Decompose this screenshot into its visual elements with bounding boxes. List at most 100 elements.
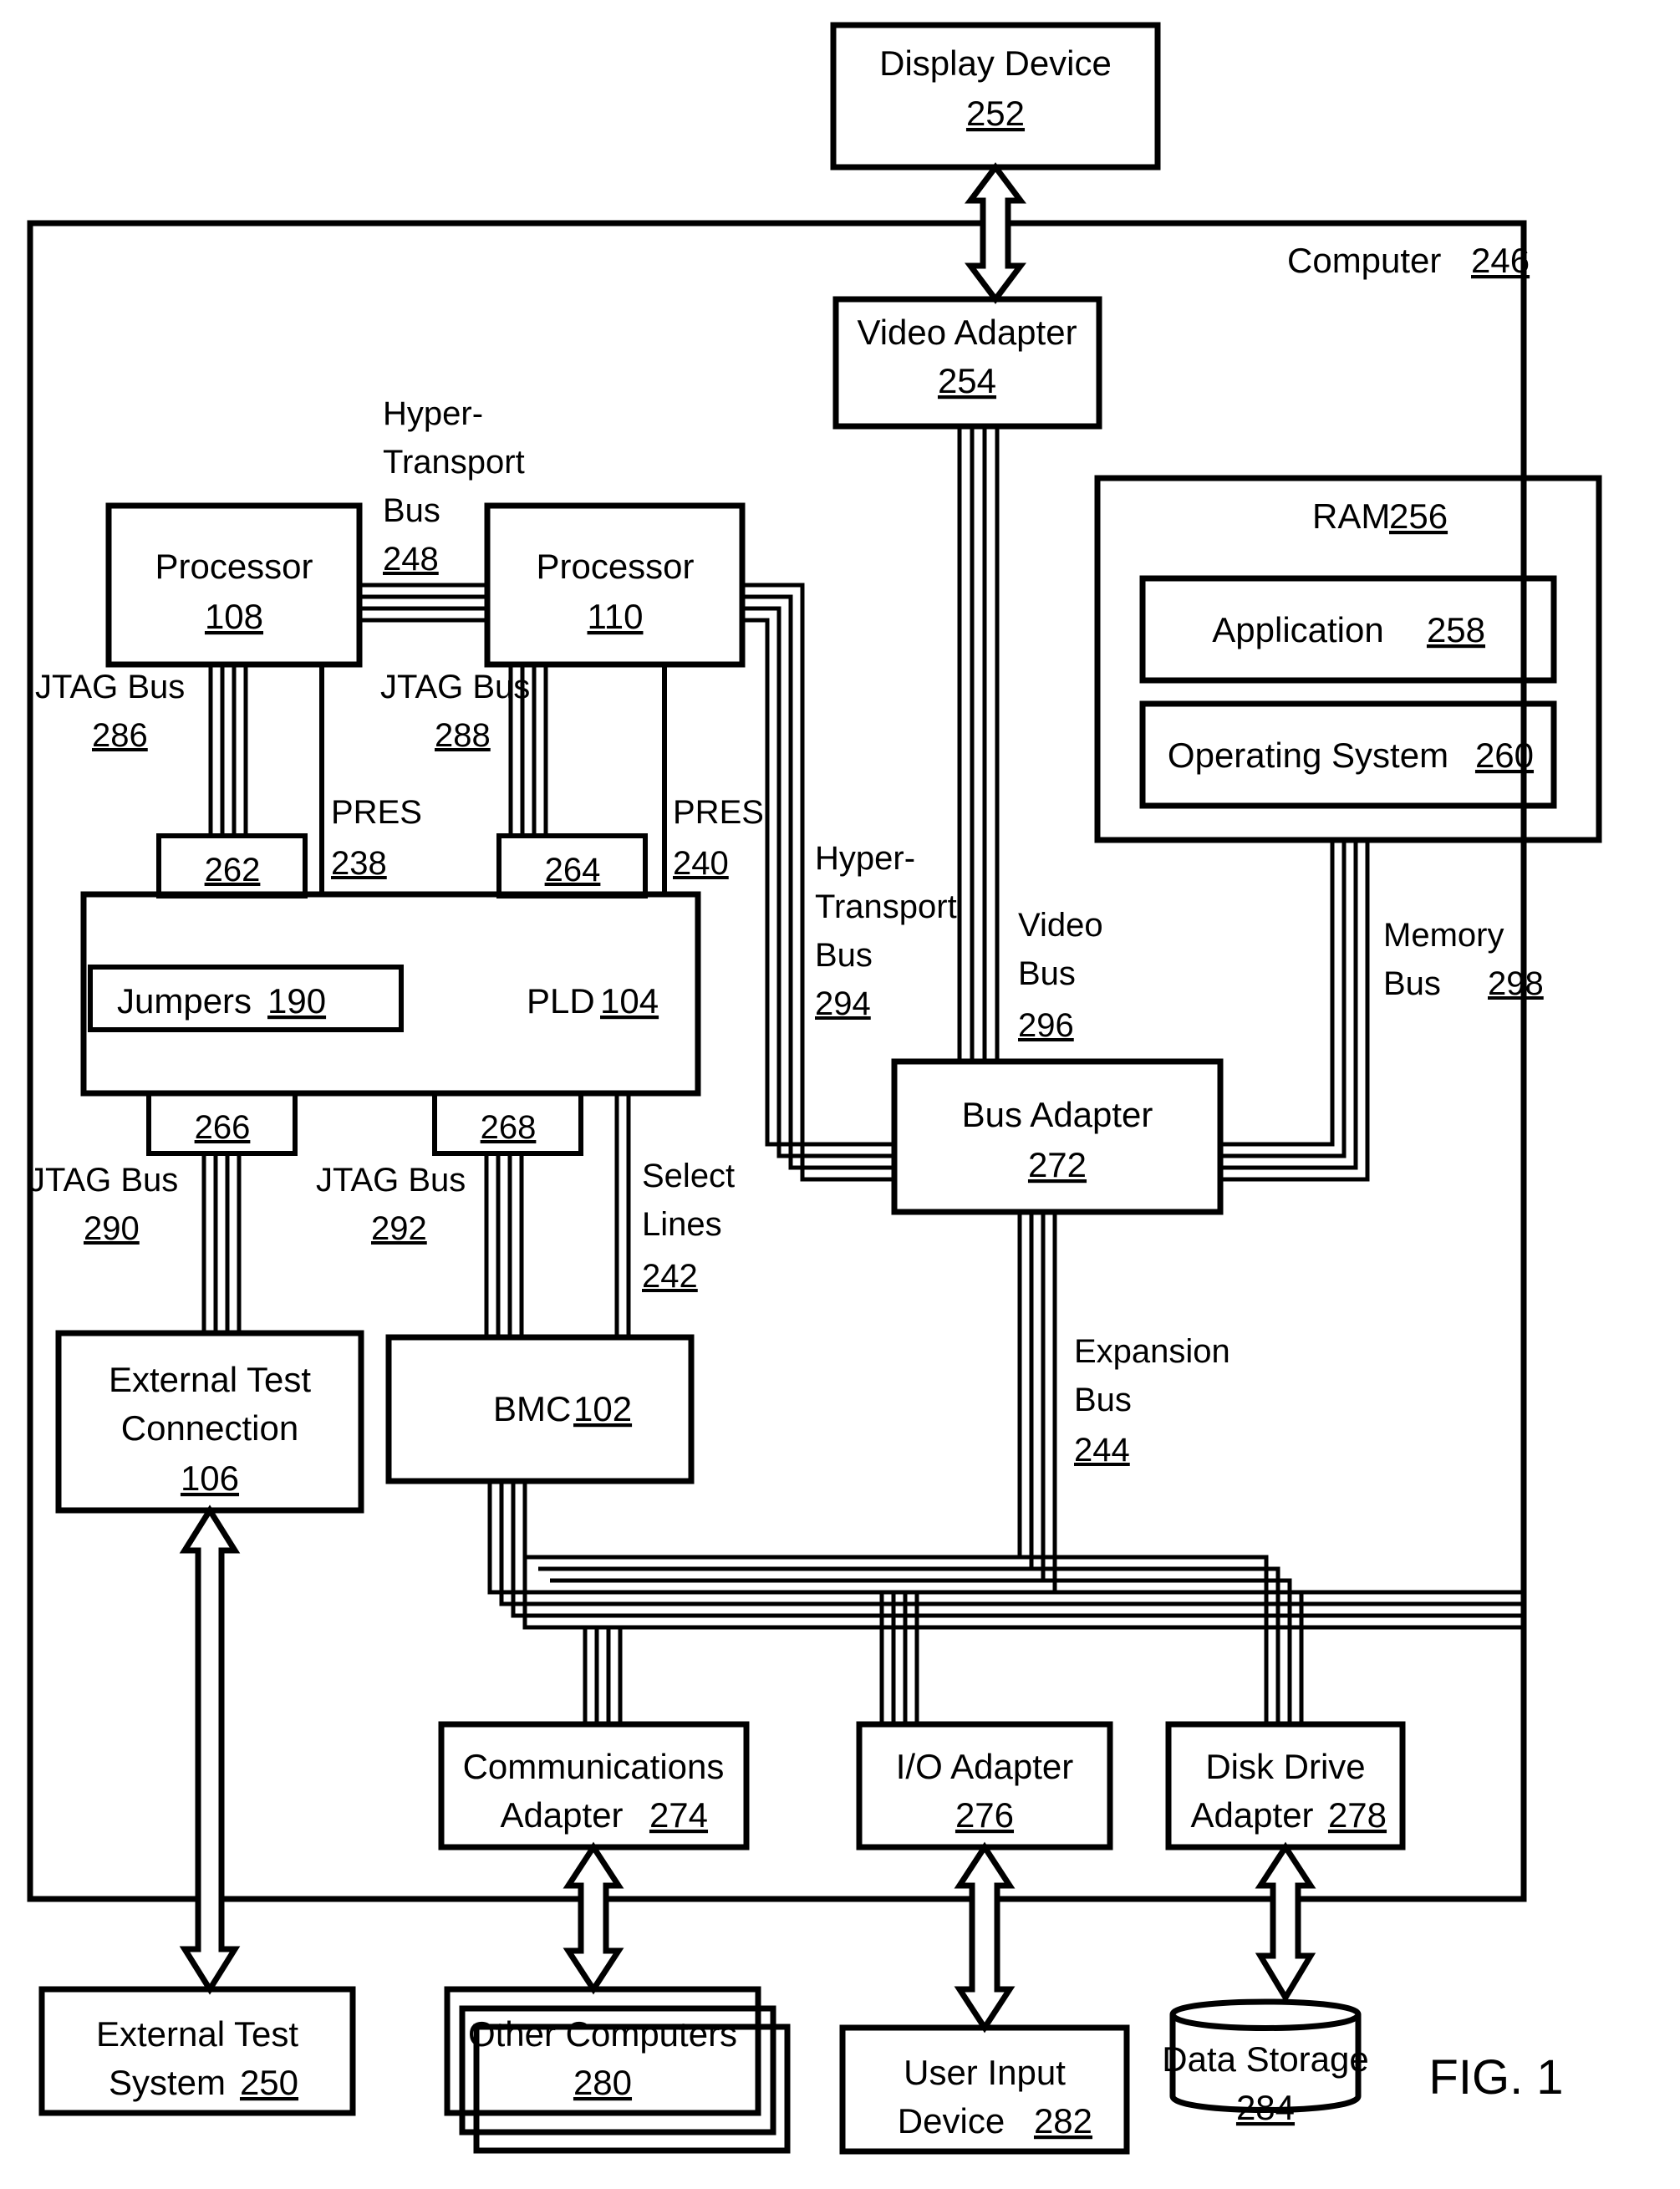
pres-240-label: PRES (673, 794, 764, 831)
comm-adapter-line2: Adapter (500, 1795, 623, 1835)
ext-test-system-line2: System (109, 2063, 226, 2102)
user-input-device-ref: 282 (1034, 2101, 1092, 2141)
pld-ref: 104 (600, 981, 659, 1021)
jtag-286-ref: 286 (92, 717, 148, 754)
display-device-ref: 252 (966, 94, 1025, 133)
bus-adapter-label: Bus Adapter (962, 1095, 1153, 1134)
pres-240-ref: 240 (673, 845, 729, 882)
disk-drive-arrow (1255, 1841, 1316, 2003)
memory-bus-298-line1: Memory (1383, 917, 1504, 954)
io-adapter-arrow (954, 1841, 1016, 2034)
data-storage-label: Data Storage (1162, 2039, 1369, 2079)
disk-drive-adapter-line2: Adapter (1190, 1795, 1313, 1835)
display-video-arrow (965, 162, 1026, 304)
connector-264-ref: 264 (545, 852, 601, 888)
comm-adapter-ref: 274 (649, 1795, 708, 1835)
jtag-286-lines (208, 664, 248, 836)
operating-system-label: Operating System (1168, 736, 1448, 775)
processor-108-ref: 108 (205, 597, 263, 636)
hypertransport-248-lines (359, 583, 487, 623)
connector-262-ref: 262 (205, 852, 261, 888)
expansion-bus-244-ref: 244 (1074, 1432, 1130, 1469)
hypertransport-248-line2: Transport (383, 444, 525, 481)
hypertransport-248-line1: Hyper- (383, 395, 483, 432)
video-adapter-ref: 254 (938, 361, 996, 400)
jtag-290-label: JTAG Bus (28, 1162, 178, 1199)
other-computers-ref: 280 (573, 2063, 632, 2102)
other-computers-label: Other Computers (468, 2014, 737, 2054)
jtag-290-ref: 290 (84, 1210, 140, 1247)
disk-drive-adapter-line1: Disk Drive (1205, 1747, 1365, 1786)
processor-108-label: Processor (155, 547, 313, 586)
memory-bus-298-ref: 298 (1488, 965, 1544, 1002)
io-adapter-label: I/O Adapter (896, 1747, 1073, 1786)
memory-bus-298-line2: Bus (1383, 965, 1441, 1002)
select-lines-242-ref: 242 (642, 1258, 698, 1295)
figure-canvas: Computer 246 Display Device 252 Video Ad… (0, 0, 1680, 2189)
jtag-286-label: JTAG Bus (35, 669, 185, 705)
video-adapter-label: Video Adapter (857, 313, 1077, 352)
hypertransport-294-line1: Hyper- (815, 840, 915, 877)
bmc-label: BMC (493, 1389, 571, 1428)
expansion-bus-244-line1: Expansion (1074, 1333, 1230, 1370)
jumpers-ref: 190 (267, 981, 326, 1021)
io-adapter-ref: 276 (955, 1795, 1014, 1835)
operating-system-ref: 260 (1475, 736, 1534, 775)
select-lines-242-line1: Select (642, 1158, 735, 1194)
hypertransport-294-ref: 294 (815, 985, 871, 1022)
jtag-288-label: JTAG Bus (380, 669, 530, 705)
memory-bus-298-lines (1220, 840, 1370, 1182)
comm-adapter-arrow (563, 1841, 624, 1995)
video-bus-lines (957, 426, 1000, 1061)
data-storage-ref: 284 (1236, 2088, 1295, 2127)
video-bus-label-line1: Video (1018, 907, 1103, 944)
ram-ref: 256 (1389, 496, 1448, 536)
bmc-bus-lines (487, 1481, 1523, 1630)
ext-test-conn-line1: External Test (109, 1360, 311, 1399)
display-device-label: Display Device (879, 43, 1112, 83)
bmc-ref: 102 (573, 1389, 632, 1428)
expansion-bus-trunk-left (527, 1555, 1055, 1595)
hypertransport-294-line2: Transport (815, 888, 957, 925)
pld-label: PLD (527, 981, 595, 1021)
application-label: Application (1212, 610, 1383, 649)
processor-110-label: Processor (536, 547, 694, 586)
video-bus-label-line2: Bus (1018, 955, 1076, 992)
bus-adapter-ref: 272 (1028, 1145, 1087, 1184)
pres-238-ref: 238 (331, 845, 387, 882)
processor-110-ref: 110 (588, 597, 644, 636)
connector-268-ref: 268 (481, 1109, 537, 1146)
jtag-290-lines (201, 1153, 242, 1333)
select-lines-242-line2: Lines (642, 1206, 722, 1243)
select-lines-242 (614, 1093, 631, 1337)
computer-label: Computer (1287, 241, 1441, 280)
hypertransport-248-line3: Bus (383, 492, 440, 529)
figure-caption: FIG. 1 (1428, 2050, 1563, 2105)
jtag-292-label: JTAG Bus (316, 1162, 466, 1199)
ext-test-system-ref: 250 (240, 2063, 298, 2102)
hypertransport-294-line3: Bus (815, 937, 873, 974)
connector-266-ref: 266 (195, 1109, 251, 1146)
disk-drive-adapter-ref: 278 (1328, 1795, 1387, 1835)
user-input-device-line1: User Input (904, 2053, 1066, 2092)
jtag-292-ref: 292 (371, 1210, 427, 1247)
application-ref: 258 (1427, 610, 1485, 649)
pres-238-label: PRES (331, 794, 422, 831)
ext-test-conn-line2: Connection (121, 1408, 298, 1448)
expansion-bus-244-lines (1017, 1212, 1304, 1724)
ram-label: RAM (1312, 496, 1390, 536)
hypertransport-294-lines (742, 583, 894, 1182)
hypertransport-248-ref: 248 (383, 541, 439, 578)
comm-adapter-line1: Communications (463, 1747, 725, 1786)
jumpers-label: Jumpers (117, 981, 252, 1021)
user-input-device-line2: Device (898, 2101, 1005, 2141)
expansion-bus-drops (879, 1592, 919, 1724)
bmc-down-lines (583, 1627, 623, 1724)
jtag-288-ref: 288 (435, 717, 491, 754)
expansion-bus-244-line2: Bus (1074, 1382, 1132, 1418)
bus-adapter-box[interactable] (891, 1058, 1224, 1215)
video-bus-ref: 296 (1018, 1007, 1074, 1044)
jtag-292-lines (484, 1153, 524, 1337)
computer-ref: 246 (1471, 241, 1530, 280)
ext-test-system-line1: External Test (96, 2014, 298, 2054)
